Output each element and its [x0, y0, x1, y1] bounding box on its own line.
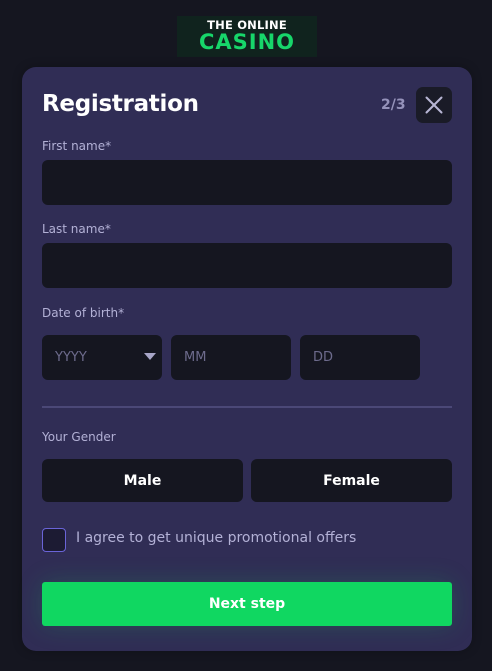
section-divider — [42, 406, 452, 408]
promo-consent-checkbox[interactable] — [42, 528, 66, 552]
dob-year-select[interactable]: YYYY — [42, 335, 162, 380]
gender-female-button[interactable]: Female — [251, 459, 452, 502]
dob-month-placeholder: MM — [184, 350, 207, 365]
promo-consent-label[interactable]: I agree to get unique promotional offers — [76, 529, 356, 547]
first-name-input[interactable] — [42, 160, 452, 205]
gender-label: Your Gender — [42, 430, 116, 444]
gender-male-button[interactable]: Male — [42, 459, 243, 502]
registration-card: Registration 2/3 First name* Last name* … — [22, 67, 472, 651]
close-icon — [425, 96, 443, 114]
first-name-label: First name* — [42, 139, 112, 153]
logo-bottom-text: CASINO — [198, 30, 296, 54]
chevron-down-icon — [144, 353, 156, 360]
site-logo[interactable]: THE ONLINE CASINO — [177, 16, 317, 57]
dob-day-placeholder: DD — [313, 350, 334, 365]
last-name-label: Last name* — [42, 222, 111, 236]
dob-label: Date of birth* — [42, 306, 125, 320]
dob-year-placeholder: YYYY — [55, 350, 87, 365]
dob-day-input[interactable]: DD — [300, 335, 420, 380]
dob-month-input[interactable]: MM — [171, 335, 291, 380]
next-step-button[interactable]: Next step — [42, 582, 452, 626]
form-title: Registration — [42, 91, 199, 117]
gender-male-label: Male — [123, 472, 162, 489]
gender-female-label: Female — [323, 472, 380, 489]
step-indicator: 2/3 — [381, 97, 406, 113]
next-step-label: Next step — [208, 596, 286, 612]
close-button[interactable] — [416, 87, 452, 123]
last-name-input[interactable] — [42, 243, 452, 288]
